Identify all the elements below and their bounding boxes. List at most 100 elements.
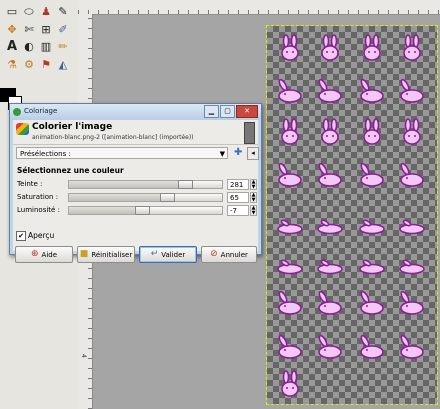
cancel-icon: ⊘ xyxy=(210,249,218,259)
clone-icon[interactable]: ⚑ xyxy=(38,56,54,72)
rabbit-sprite xyxy=(315,34,345,62)
lightness-row: Luminosité : -7 ▲ ▼ xyxy=(17,205,257,216)
preview-label: Aperçu xyxy=(28,231,55,240)
layer-thumbnail xyxy=(244,122,255,144)
rabbit-sprite xyxy=(397,160,427,188)
paths-icon[interactable]: ⊞ xyxy=(38,21,54,37)
help-button-label: Aide xyxy=(41,250,58,259)
reset-button[interactable]: ■ Réinitialiser xyxy=(77,246,135,263)
ok-arrow-icon: ↵ xyxy=(150,249,159,259)
rabbit-sprite xyxy=(397,332,427,360)
ok-button[interactable]: ↵ Valider xyxy=(139,246,197,263)
rabbit-sprite xyxy=(397,34,427,62)
close-button[interactable]: ✕ xyxy=(236,105,258,118)
hue-row: Teinte : 281 ▲ ▼ xyxy=(17,179,257,190)
free-select-icon[interactable]: ♟ xyxy=(38,3,54,19)
rabbit-sprite xyxy=(397,248,427,276)
rabbit-sprite xyxy=(315,248,345,276)
text-icon[interactable]: A xyxy=(4,38,20,54)
rabbit-sprite xyxy=(315,76,345,104)
rabbit-sprite xyxy=(315,160,345,188)
rabbit-sprite xyxy=(357,160,387,188)
hue-spin-arrows[interactable]: ▲ ▼ xyxy=(250,179,257,190)
lightness-spinbox[interactable]: -7 xyxy=(227,205,249,216)
gradient-icon[interactable]: ▥ xyxy=(38,38,54,54)
hue-label: Teinte : xyxy=(17,180,43,188)
help-button[interactable]: ⊕ Aide xyxy=(15,246,73,263)
fuzzy-select-icon[interactable]: ✎ xyxy=(55,3,71,19)
maximize-button[interactable]: ▢ xyxy=(220,105,235,118)
rabbit-sprite xyxy=(275,332,305,360)
chevron-down-icon: ▼ xyxy=(219,150,225,158)
lightness-spin-arrows[interactable]: ▲ ▼ xyxy=(250,205,257,216)
lightness-slider[interactable] xyxy=(68,206,223,215)
dialog-title: Colorier l'image xyxy=(32,122,113,132)
rabbit-sprite xyxy=(357,248,387,276)
rabbit-sprite xyxy=(315,208,345,236)
rabbit-sprite xyxy=(397,288,427,316)
color-picker-icon[interactable]: ✐ xyxy=(55,21,71,37)
preview-checkbox[interactable]: ✔ xyxy=(16,231,26,241)
dialog-window-title: Coloriage xyxy=(24,107,58,115)
color-select-icon[interactable]: ✥ xyxy=(4,21,20,37)
lightness-label: Luminosité : xyxy=(17,206,60,214)
saturation-label: Saturation : xyxy=(17,193,59,201)
presets-label: Présélections : xyxy=(20,150,71,158)
rabbit-sprite xyxy=(275,34,305,62)
eraser-icon[interactable]: ⚙ xyxy=(21,56,37,72)
scissors-icon[interactable]: ✄ xyxy=(21,21,37,37)
rabbit-sprite xyxy=(275,76,305,104)
cancel-button[interactable]: ⊘ Annuler xyxy=(201,246,257,263)
smudge-icon[interactable]: ◭ xyxy=(55,56,71,72)
presets-dropdown[interactable]: Présélections : ▼ xyxy=(16,147,228,159)
paintbrush-icon[interactable]: ⚗ xyxy=(4,56,20,72)
rabbit-sprite xyxy=(275,160,305,188)
rabbit-sprite xyxy=(275,288,305,316)
preset-menu-icon[interactable]: ◂ xyxy=(247,147,259,160)
dialog-header: Colorier l'image animation-blanc.png-2 (… xyxy=(13,120,258,145)
image-canvas[interactable] xyxy=(266,25,438,405)
rabbit-sprite xyxy=(315,288,345,316)
rabbit-sprite xyxy=(275,248,305,276)
dialog-titlebar[interactable]: Coloriage ▁ ▢ ✕ xyxy=(10,104,261,120)
minimize-button[interactable]: ▁ xyxy=(204,105,219,118)
horizontal-ruler xyxy=(78,0,440,15)
colorize-icon xyxy=(16,123,29,135)
rabbit-sprite xyxy=(275,208,305,236)
saturation-spin-arrows[interactable]: ▲ ▼ xyxy=(250,192,257,203)
pencil-icon[interactable]: ✏ xyxy=(55,38,71,54)
ellipse-select-icon[interactable]: ⬭ xyxy=(21,3,37,19)
section-title: Sélectionnez une couleur xyxy=(17,166,124,175)
app-icon xyxy=(13,108,21,116)
rabbit-sprite xyxy=(357,118,387,146)
saturation-slider-handle[interactable] xyxy=(160,193,175,202)
lifebuoy-icon: ⊕ xyxy=(30,249,39,259)
rabbit-sprite xyxy=(397,76,427,104)
lightness-slider-handle[interactable] xyxy=(135,206,150,215)
hue-slider-handle[interactable] xyxy=(178,180,193,189)
rect-select-icon[interactable]: ▭ xyxy=(4,3,20,19)
rabbit-sprite xyxy=(357,208,387,236)
dialog-subtitle: animation-blanc.png-2 ([animation-blanc]… xyxy=(32,134,194,141)
rabbit-sprite xyxy=(397,118,427,146)
reset-button-label: Réinitialiser xyxy=(91,250,133,259)
hue-slider[interactable] xyxy=(68,180,223,189)
bucket-fill-icon[interactable]: ◐ xyxy=(21,38,37,54)
rabbit-sprite xyxy=(357,76,387,104)
rabbit-sprite xyxy=(315,118,345,146)
saturation-row: Saturation : 65 ▲ ▼ xyxy=(17,192,257,203)
saturation-spinbox[interactable]: 65 xyxy=(227,192,249,203)
rabbit-sprite xyxy=(315,332,345,360)
ok-button-label: Valider xyxy=(161,250,186,259)
rabbit-sprite xyxy=(357,34,387,62)
rabbit-sprite xyxy=(357,288,387,316)
add-preset-icon[interactable]: ✚ xyxy=(234,147,242,158)
hue-spinbox[interactable]: 281 xyxy=(227,179,249,190)
saturation-slider[interactable] xyxy=(68,193,223,202)
rabbit-sprite xyxy=(357,332,387,360)
colorize-dialog: Coloriage ▁ ▢ ✕ Colorier l'image animati… xyxy=(9,103,262,263)
ruler-label: 4 xyxy=(80,354,87,358)
reset-icon: ■ xyxy=(79,249,89,259)
rabbit-sprite xyxy=(397,208,427,236)
cancel-button-label: Annuler xyxy=(220,250,248,259)
